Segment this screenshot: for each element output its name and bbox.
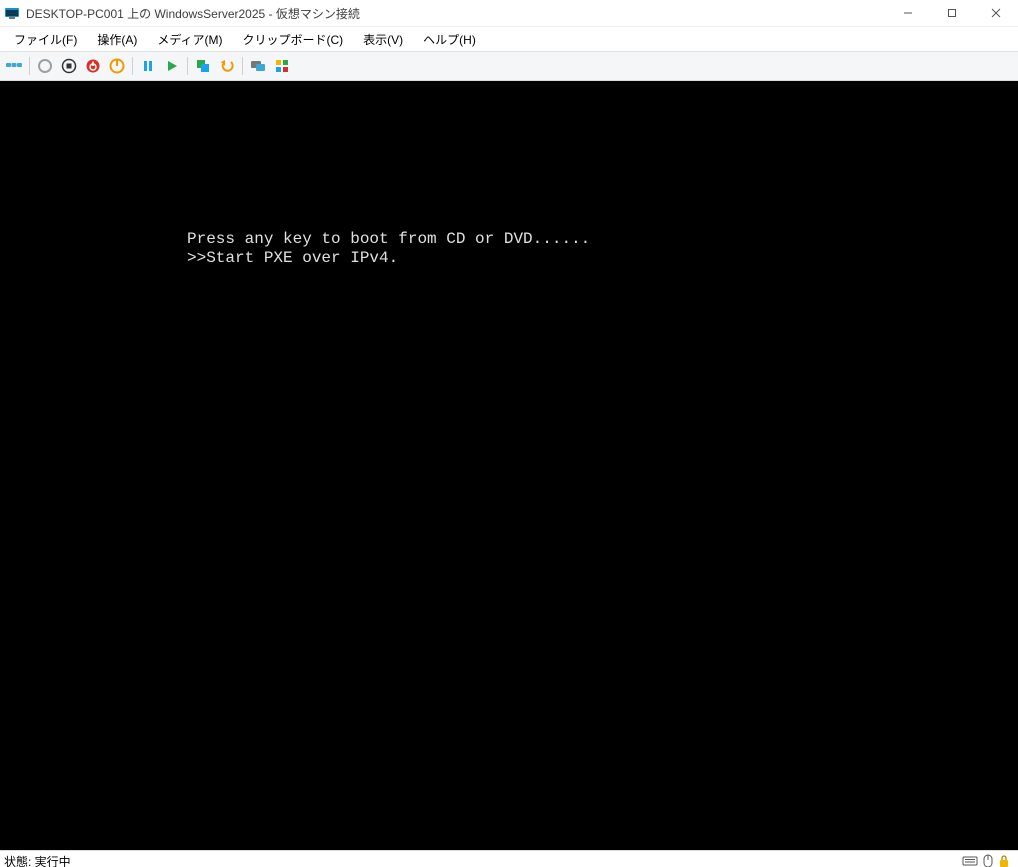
- console-line-1: Press any key to boot from CD or DVD....…: [187, 230, 590, 248]
- menu-view[interactable]: 表示(V): [353, 29, 413, 50]
- toolbar-separator: [29, 57, 30, 75]
- ctrl-alt-del-button[interactable]: [3, 55, 25, 77]
- minimize-button[interactable]: [886, 0, 930, 26]
- ctrl-alt-del-icon: [6, 58, 22, 74]
- mouse-icon: [982, 854, 994, 867]
- toolbar-separator: [132, 57, 133, 75]
- shutdown-button[interactable]: [82, 55, 104, 77]
- menu-media[interactable]: メディア(M): [147, 29, 232, 50]
- title-bar: DESKTOP-PC001 上の WindowsServer2025 - 仮想マ…: [0, 0, 1018, 27]
- status-label: 状態: 実行中: [4, 853, 71, 867]
- status-bar: 状態: 実行中: [0, 850, 1018, 867]
- monitor-icon: [250, 58, 266, 74]
- console-line-2: >>Start PXE over IPv4.: [187, 249, 398, 267]
- checkpoint-icon: [195, 58, 211, 74]
- maximize-button[interactable]: [930, 0, 974, 26]
- enhanced-session-button[interactable]: [247, 55, 269, 77]
- vm-display[interactable]: Press any key to boot from CD or DVD....…: [0, 81, 1018, 850]
- menu-file[interactable]: ファイル(F): [4, 29, 87, 50]
- power-red-icon: [85, 58, 101, 74]
- share-button[interactable]: [271, 55, 293, 77]
- close-button[interactable]: [974, 0, 1018, 26]
- console-output: Press any key to boot from CD or DVD....…: [187, 230, 590, 268]
- status-icons: [962, 854, 1014, 867]
- pause-button[interactable]: [137, 55, 159, 77]
- toolbar: [0, 51, 1018, 81]
- toolbar-separator: [187, 57, 188, 75]
- menu-bar: ファイル(F) 操作(A) メディア(M) クリップボード(C) 表示(V) ヘ…: [0, 27, 1018, 51]
- menu-clipboard[interactable]: クリップボード(C): [232, 29, 353, 50]
- stop-button[interactable]: [58, 55, 80, 77]
- stop-icon: [61, 58, 77, 74]
- keyboard-icon: [962, 854, 978, 867]
- reset-button[interactable]: [106, 55, 128, 77]
- play-button[interactable]: [161, 55, 183, 77]
- menu-help[interactable]: ヘルプ(H): [413, 29, 486, 50]
- lock-icon: [998, 854, 1010, 867]
- window-controls: [886, 0, 1018, 26]
- pause-icon: [140, 58, 156, 74]
- power-orange-icon: [109, 58, 125, 74]
- play-icon: [164, 58, 180, 74]
- turnoff-button[interactable]: [34, 55, 56, 77]
- share-icon: [274, 58, 290, 74]
- circle-grey-icon: [37, 58, 53, 74]
- toolbar-separator: [242, 57, 243, 75]
- checkpoint-button[interactable]: [192, 55, 214, 77]
- app-icon: [4, 5, 20, 21]
- revert-button[interactable]: [216, 55, 238, 77]
- revert-icon: [219, 58, 235, 74]
- menu-action[interactable]: 操作(A): [87, 29, 147, 50]
- window-title: DESKTOP-PC001 上の WindowsServer2025 - 仮想マ…: [26, 5, 360, 22]
